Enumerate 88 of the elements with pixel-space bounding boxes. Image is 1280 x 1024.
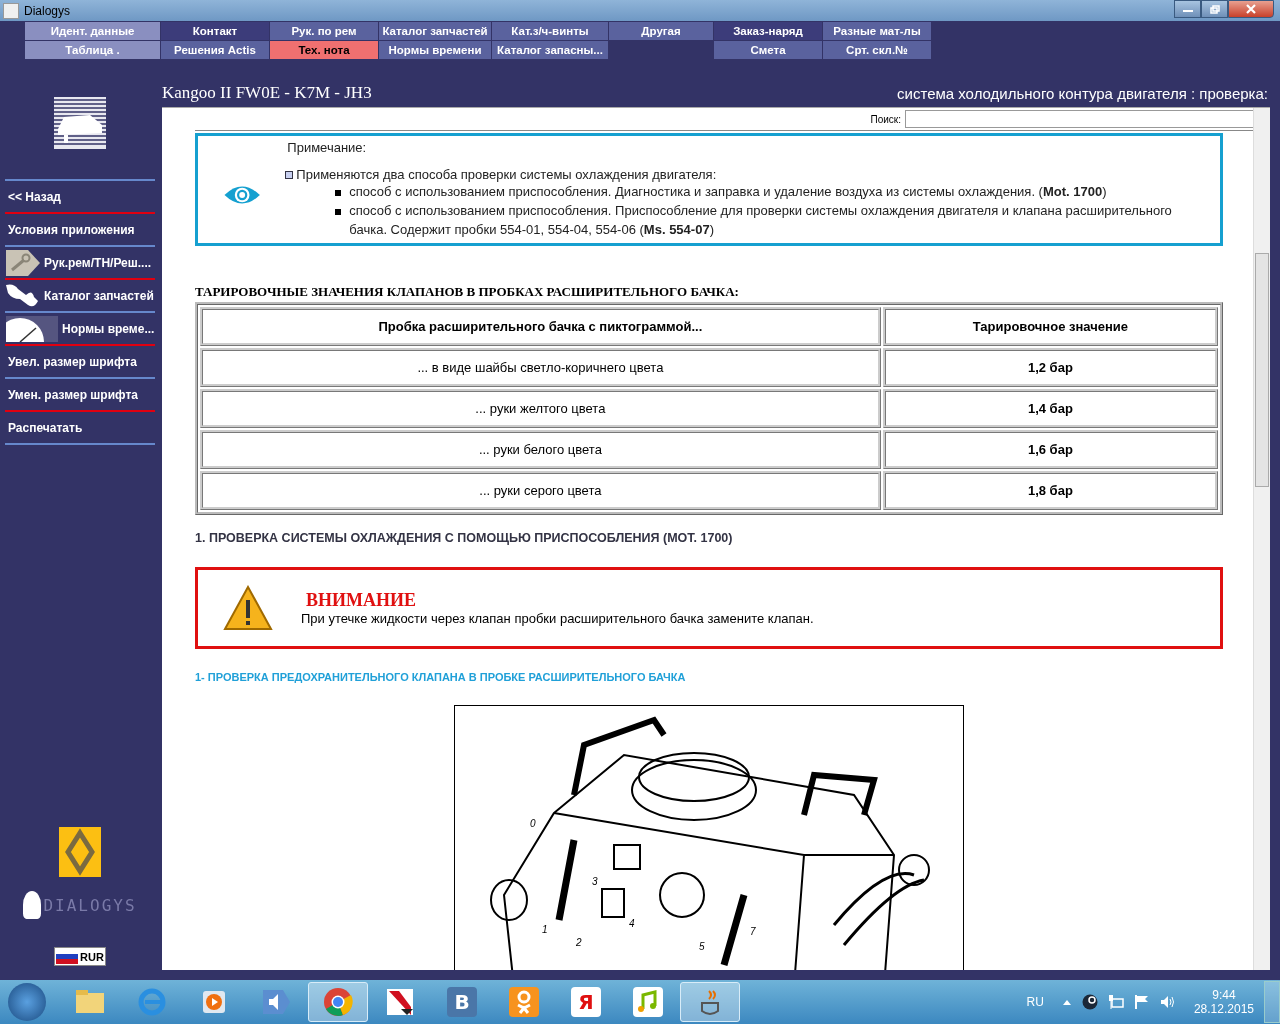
sidebar-item[interactable]: << Назад [5,181,155,212]
restore-button[interactable] [1201,0,1228,18]
table-cell: 1,8 бар [882,471,1218,510]
table-cell: 1,6 бар [882,430,1218,469]
taskbar-app[interactable] [680,982,740,1022]
bullet-icon [335,190,342,196]
menu-tab[interactable]: Разные мат-лы [823,22,931,40]
menu-tab[interactable]: Каталог запчастей [379,22,491,40]
car-icon [54,97,106,149]
column-header: Тарировочное значение [882,307,1218,346]
search-label: Поиск: [870,113,901,125]
column-header: Пробка расширительного бачка с пиктограммой... [200,307,881,346]
clock[interactable]: 9:44 28.12.2015 [1193,988,1254,1016]
wrench-icon [6,249,40,276]
note-item: способ с использованием приспособления. Приспособление для проверки системы охлаждения двигателя и клапана расширительного бачка. Содержит пробки 554-01, 554-04, 554-06 (Ms. 554-07) [349,202,1173,239]
clock-date: 28.12.2015 [1193,1002,1254,1016]
menu-tab[interactable]: Каталог запасны... [492,41,608,59]
table-cell: ... руки серого цвета [200,471,881,510]
clock-time: 9:44 [1212,988,1236,1002]
menu-tab[interactable]: Контакт [161,22,269,40]
globe-e-icon [137,987,167,1017]
menu-tab[interactable]: Другая [609,22,713,40]
minimize-button[interactable] [1174,0,1201,18]
menu-tab[interactable]: Кат.з/ч-винты [492,22,608,40]
menu-tab[interactable]: Рук. по рем [270,22,378,40]
music-note-icon [633,987,663,1017]
menu-tab[interactable]: Нормы времени [379,41,491,59]
app-logo: В [447,987,477,1017]
section-heading: 1. ПРОВЕРКА СИСТЕМЫ ОХЛАЖДЕНИЯ С ПОМОЩЬЮ ПРИСПОСОБЛЕНИЯ (MOT. 1700) [195,531,734,545]
taskbar-app[interactable] [308,982,368,1022]
warning-title: ВНИМАНИЕ [306,590,417,611]
menu-tab[interactable]: Решения Actis [161,41,269,59]
network-icon[interactable] [1107,994,1124,1010]
window-title: Dialogys [24,3,71,18]
volume-icon[interactable] [1159,994,1176,1010]
note-item: способ с использованием приспособления. Диагностика и заправка и удаление воздуха из системы охлаждения. (Mot. 1700) [349,183,1107,201]
diamond-logo [59,827,101,877]
menu-tab[interactable]: Таблица . [25,41,160,59]
steam-icon[interactable] [1081,994,1098,1010]
brand-text: DIALOGYS [43,895,137,915]
subsection-heading: 1- ПРОВЕРКА ПРЕДОХРАНИТЕЛЬНОГО КЛАПАНА В ПРОБКЕ РАСШИРИТЕЛЬНОГО БАЧКА [195,671,687,683]
person-icon [509,987,539,1017]
vehicle-title: Kangoo II FW0E - K7M - JH3 [162,83,372,103]
table-cell: 1,2 бар [882,348,1218,387]
restore-icon [1209,4,1220,14]
bullet-icon [335,209,342,215]
taskbar-app[interactable]: В [432,982,492,1022]
table-title: ТАРИРОВОЧНЫЕ ЗНАЧЕНИЯ КЛАПАНОВ В ПРОБКАХ РАСШИРИТЕЛЬНОГО БАЧКА: [195,284,740,300]
close-button[interactable] [1228,0,1274,18]
app-logo: Я [571,987,601,1017]
chrome-icon [323,987,353,1017]
play-icon [201,989,227,1015]
warning-icon [223,585,273,631]
taskbar-app[interactable]: Я [556,982,616,1022]
search-field[interactable] [905,110,1253,128]
note-title: Примечание: [287,140,368,155]
table-cell: ... руки желтого цвета [200,389,881,428]
note-text: Применяются два способа проверки системы охлаждения двигателя: [296,167,717,182]
start-button[interactable] [8,983,46,1021]
sidebar-item[interactable]: Увел. размер шрифта [5,346,155,377]
sidebar-item[interactable]: Распечатать [5,412,155,443]
scroll-thumb[interactable] [1255,253,1269,487]
warning-text: При утечке жидкости через клапан пробки расширительного бачка замените клапан. [301,611,814,626]
menu-tab[interactable]: Идент. данные [25,22,160,40]
menu-tab[interactable]: Срт. скл.№ [823,41,931,59]
folder-icon [75,989,105,1015]
caret-up-icon[interactable] [1061,998,1072,1006]
clock-icon [6,315,58,342]
close-icon [1245,4,1257,14]
topic-title: система холодильного контура двигателя : проверка: [897,84,1268,102]
sidebar-item[interactable]: Каталог запчастей [5,280,155,311]
menu-tab[interactable]: Тех. нота [270,41,378,59]
flag-icon[interactable] [1133,994,1150,1010]
currency-badge: RUR [54,947,106,966]
table-cell: 1,4 бар [882,389,1218,428]
speaker-icon [261,988,291,1016]
device-drawing: 0 1 2 3 4 5 7 [454,705,964,970]
bullet-icon [285,170,294,179]
scrollbar[interactable] [1253,108,1270,970]
sidebar-item[interactable]: Рук.рем/ТН/Реш.... [5,247,155,278]
menu-tab[interactable]: Смета [714,41,822,59]
sidebar-item[interactable]: Условия приложения [5,214,155,245]
table-cell: ... руки белого цвета [200,430,881,469]
bone-icon [6,282,40,309]
sidebar-item[interactable]: Умен. размер шрифта [5,379,155,410]
language-indicator[interactable]: RU [1026,995,1044,1009]
menu-tab[interactable]: Заказ-наряд [714,22,822,40]
table-cell: ... в виде шайбы светло-коричнего цвета [200,348,881,387]
